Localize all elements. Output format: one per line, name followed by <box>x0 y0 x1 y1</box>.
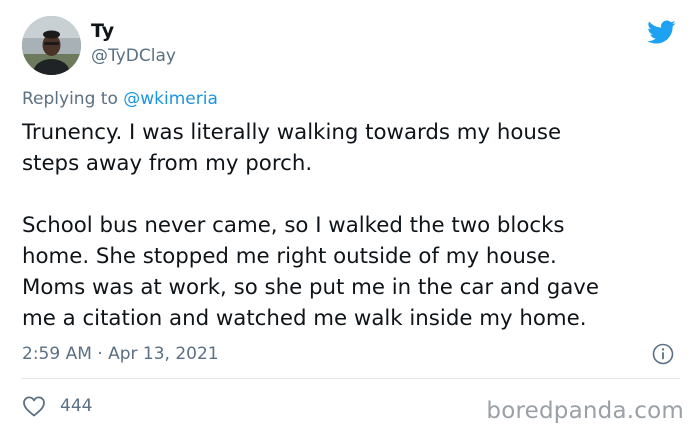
tweet-paragraph-break <box>22 179 682 210</box>
tweet-line: Moms was at work, so she put me in the c… <box>22 275 600 300</box>
tweet-line: steps away from my porch. <box>22 151 313 176</box>
author-name[interactable]: Ty <box>91 20 114 42</box>
tweet-line: me a citation and watched me walk inside… <box>22 306 587 331</box>
like-count: 444 <box>60 396 93 416</box>
avatar-photo <box>22 16 81 75</box>
avatar[interactable] <box>22 16 81 75</box>
divider <box>22 378 680 379</box>
tweet-line: School bus never came, so I walked the t… <box>22 213 565 238</box>
author-handle[interactable]: @TyDClay <box>91 45 176 67</box>
tweet-line: home. She stopped me right outside of my… <box>22 244 557 269</box>
reply-mention-link[interactable]: @wkimeria <box>123 89 218 109</box>
reply-context: Replying to @wkimeria <box>22 88 218 110</box>
tweet-card: Ty @TyDClay Replying to @wkimeria Trunen… <box>0 0 700 433</box>
tweet-line: Trunency. I was literally walking toward… <box>22 120 562 145</box>
twitter-bird-icon[interactable] <box>644 17 678 47</box>
reply-prefix: Replying to <box>22 89 124 109</box>
source-watermark: boredpanda.com <box>486 398 684 424</box>
heart-icon <box>22 395 46 417</box>
tweet-timestamp[interactable]: 2:59 AM · Apr 13, 2021 <box>22 343 219 365</box>
tweet-text: Trunency. I was literally walking toward… <box>22 117 682 334</box>
info-icon[interactable] <box>652 343 674 365</box>
like-button[interactable]: 444 <box>22 394 92 418</box>
